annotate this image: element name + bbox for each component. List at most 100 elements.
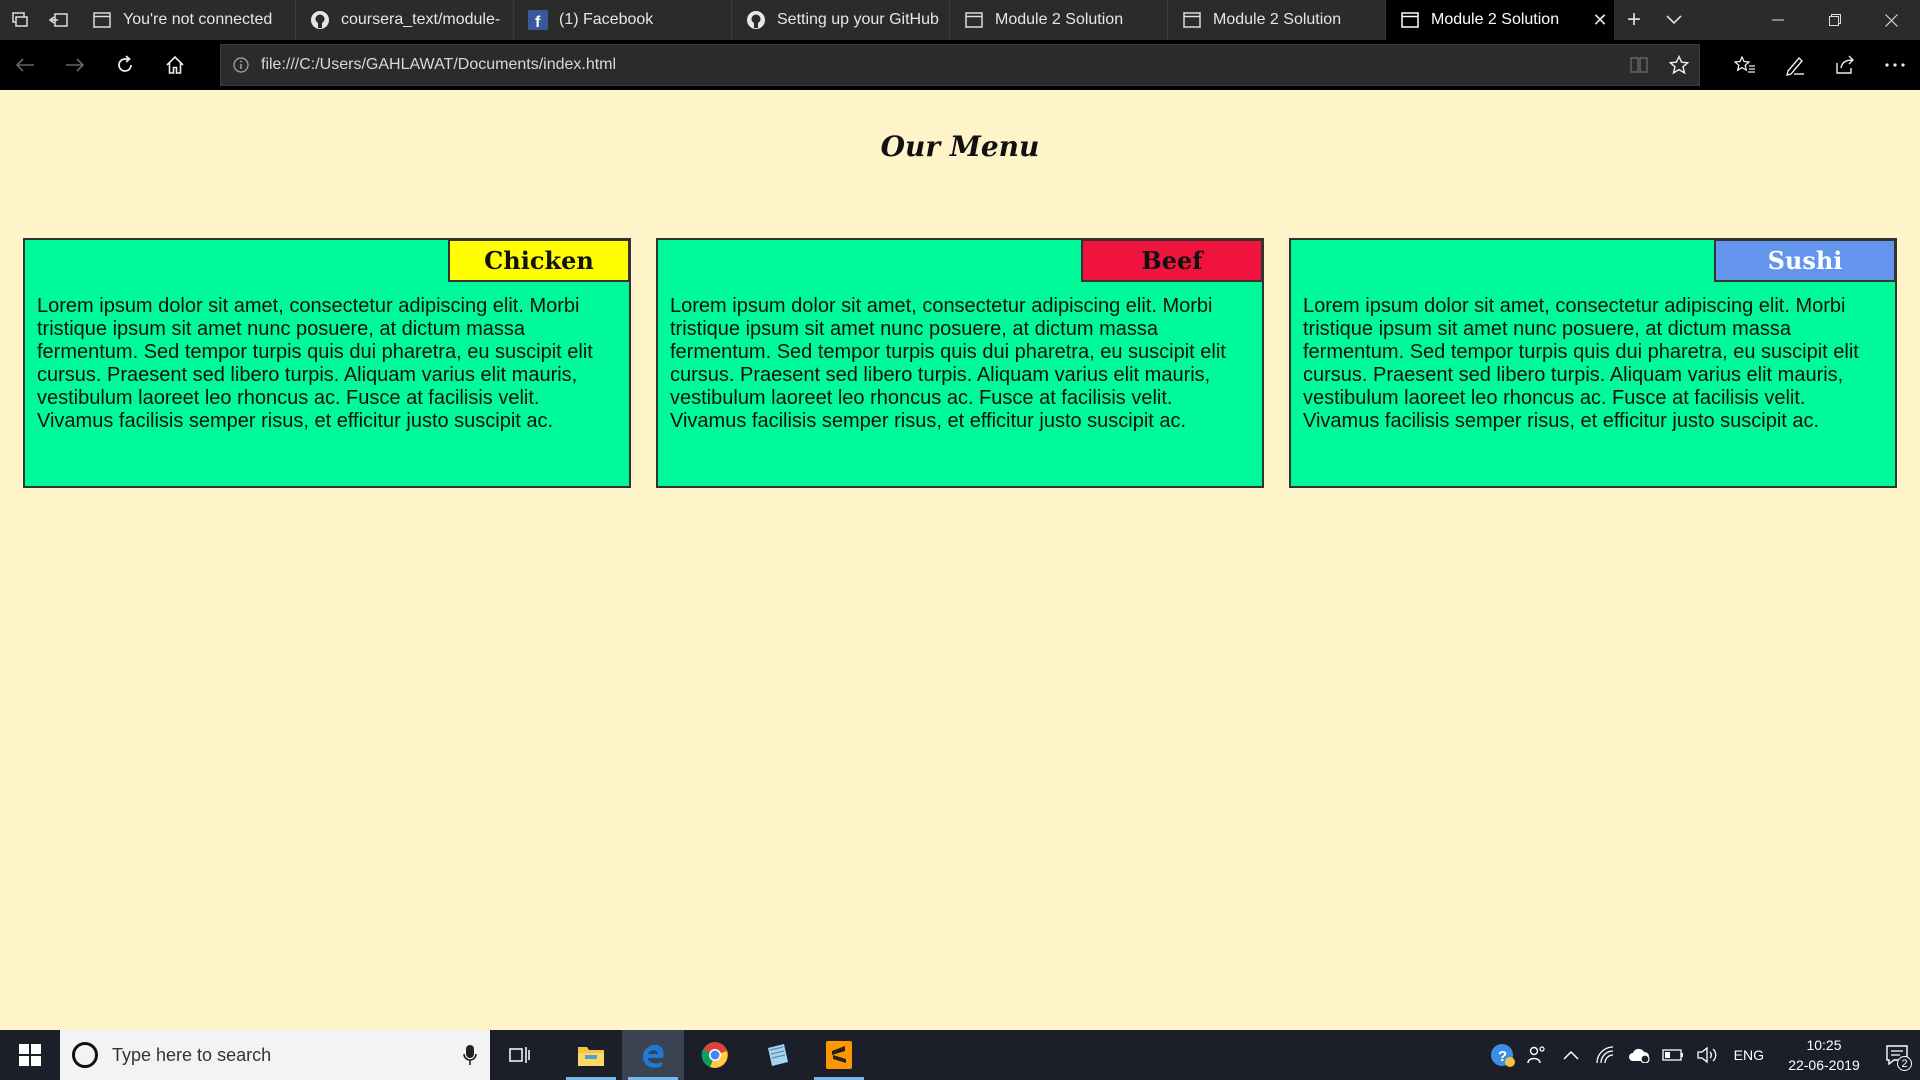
tab-0[interactable]: You're not connected (78, 0, 296, 40)
menu-card-sushi: Sushi Lorem ipsum dolor sit amet, consec… (1289, 238, 1897, 488)
reading-view-icon[interactable] (1619, 45, 1659, 85)
browser-toolbar: file:///C:/Users/GAHLAWAT/Documents/inde… (0, 40, 1920, 90)
refresh-button[interactable] (100, 40, 150, 90)
menu-card-beef: Beef Lorem ipsum dolor sit amet, consect… (656, 238, 1264, 488)
task-view-icon (509, 1047, 530, 1063)
window-controls (1749, 0, 1920, 40)
more-options-icon[interactable] (1870, 40, 1920, 90)
card-label: Chicken (448, 239, 630, 282)
tab-5[interactable]: Module 2 Solution (1168, 0, 1386, 40)
restore-icon (1828, 14, 1841, 26)
onedrive-icon[interactable] (1622, 1030, 1656, 1080)
card-label: Sushi (1714, 239, 1896, 282)
wifi-icon[interactable] (1588, 1030, 1622, 1080)
start-button[interactable] (0, 1030, 60, 1080)
restore-button[interactable] (1806, 0, 1863, 40)
favorite-star-icon[interactable] (1659, 45, 1699, 85)
github-icon (310, 10, 330, 30)
notepad-icon (768, 1044, 788, 1066)
back-arrow-icon (15, 58, 34, 72)
notification-count: 2 (1897, 1056, 1912, 1071)
chrome-icon (701, 1042, 728, 1068)
page-title: Our Menu (880, 130, 1040, 163)
share-icon[interactable] (1820, 40, 1870, 90)
svg-text:f: f (535, 14, 541, 30)
github-icon (746, 10, 766, 30)
refresh-icon (118, 55, 132, 72)
tab-4[interactable]: Module 2 Solution (950, 0, 1168, 40)
close-window-button[interactable] (1863, 0, 1920, 40)
card-description: Lorem ipsum dolor sit amet, consectetur … (670, 295, 1226, 432)
site-info-icon[interactable] (221, 57, 261, 73)
tab-preview-button[interactable] (0, 0, 39, 40)
file-explorer-icon (578, 1047, 604, 1066)
home-icon (166, 55, 184, 74)
action-center-button[interactable]: 2 (1874, 1030, 1920, 1080)
chrome-button[interactable] (684, 1030, 746, 1080)
edge-button[interactable] (622, 1030, 684, 1080)
toolbar-actions (1720, 40, 1920, 90)
address-bar-actions (1619, 45, 1699, 85)
windows-logo-icon (19, 1044, 41, 1066)
input-language[interactable]: ENG (1724, 1047, 1774, 1063)
close-icon (1885, 13, 1898, 27)
volume-icon[interactable] (1690, 1030, 1724, 1080)
pinned-apps (560, 1030, 870, 1080)
battery-icon[interactable] (1656, 1030, 1690, 1080)
minimize-button[interactable] (1749, 0, 1806, 40)
card-description: Lorem ipsum dolor sit amet, consectetur … (1303, 295, 1859, 432)
cortana-icon (72, 1042, 98, 1068)
tab-list-button[interactable] (1654, 0, 1694, 40)
set-tabs-aside-button[interactable] (39, 0, 78, 40)
help-icon[interactable]: ? (1486, 1030, 1520, 1080)
new-tab-button[interactable]: + (1614, 0, 1654, 40)
system-tray: ? ENG 10:25 22-06-2019 2 (1486, 1030, 1920, 1080)
tab-6-active[interactable]: Module 2 Solution ✕ (1386, 0, 1614, 40)
tab-2[interactable]: f (1) Facebook (514, 0, 732, 40)
clock-time: 10:25 (1806, 1037, 1842, 1053)
clock[interactable]: 10:25 22-06-2019 (1774, 1035, 1874, 1075)
people-icon[interactable] (1520, 1030, 1554, 1080)
page-icon (964, 10, 984, 30)
show-hidden-icons-chevron-up-icon[interactable] (1554, 1030, 1588, 1080)
tab-1[interactable]: coursera_text/module- (296, 0, 514, 40)
file-explorer-button[interactable] (560, 1030, 622, 1080)
page-icon (1182, 10, 1202, 30)
home-button[interactable] (150, 40, 200, 90)
tab-title: (1) Facebook (559, 11, 654, 28)
chevron-down-icon (1666, 15, 1682, 25)
edge-icon (643, 1044, 664, 1068)
tab-close-button[interactable]: ✕ (1586, 10, 1614, 31)
task-view-button[interactable] (490, 1030, 550, 1080)
tab-preview-icon (11, 12, 28, 27)
search-placeholder: Type here to search (112, 1044, 272, 1065)
tab-title: Module 2 Solution (995, 11, 1124, 28)
taskbar-search-box[interactable]: Type here to search (60, 1030, 490, 1080)
favorites-hub-icon[interactable] (1720, 40, 1770, 90)
page-icon (92, 10, 112, 30)
back-button[interactable] (0, 40, 50, 90)
forward-button[interactable] (50, 40, 100, 90)
clock-date: 22-06-2019 (1788, 1057, 1860, 1073)
tab-title: You're not connected (123, 11, 273, 28)
tab-title: Module 2 Solution (1431, 11, 1560, 28)
microphone-icon[interactable] (450, 1044, 490, 1066)
tab-title: Module 2 Solution (1213, 11, 1342, 28)
pen-notes-icon[interactable] (1770, 40, 1820, 90)
menu-card-chicken: Chicken Lorem ipsum dolor sit amet, cons… (23, 238, 631, 488)
tab-3[interactable]: Setting up your GitHub (732, 0, 950, 40)
forward-arrow-icon (66, 58, 85, 72)
browser-tab-strip: You're not connected coursera_text/modul… (0, 0, 1920, 40)
address-bar[interactable]: file:///C:/Users/GAHLAWAT/Documents/inde… (220, 44, 1700, 86)
minimize-icon (1771, 19, 1784, 21)
web-page: Our Menu Chicken Lorem ipsum dolor sit a… (0, 90, 1920, 1030)
set-aside-icon (48, 13, 68, 27)
card-description: Lorem ipsum dolor sit amet, consectetur … (37, 295, 593, 432)
sublime-text-button[interactable] (808, 1030, 870, 1080)
notepad-button[interactable] (746, 1030, 808, 1080)
windows-taskbar: Type here to search ? ENG 10:25 22-06-20… (0, 1030, 1920, 1080)
tab-title: Setting up your GitHub (777, 11, 939, 28)
facebook-icon: f (528, 10, 548, 30)
sublime-text-icon (826, 1041, 852, 1069)
url-text[interactable]: file:///C:/Users/GAHLAWAT/Documents/inde… (261, 56, 1619, 74)
